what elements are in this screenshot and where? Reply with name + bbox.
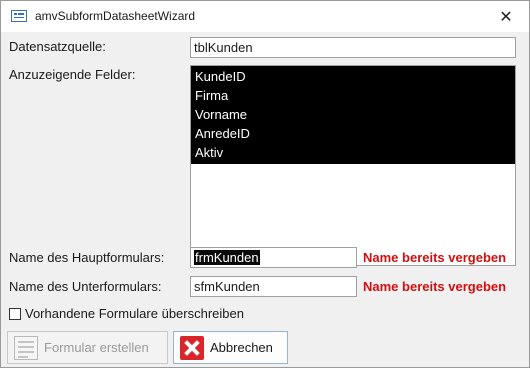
list-item[interactable]: Aktiv [191, 143, 515, 162]
overwrite-label: Vorhandene Formulare überschreiben [25, 306, 244, 321]
cancel-x-icon [180, 335, 204, 360]
create-form-button[interactable]: Formular erstellen [7, 331, 168, 364]
title-bar: amvSubformDatasheetWizard ✕ [1, 1, 529, 32]
overwrite-option[interactable]: Vorhandene Formulare überschreiben [9, 306, 244, 321]
list-item[interactable]: AnredeID [191, 124, 515, 143]
datasource-field[interactable]: tblKunden [190, 37, 516, 58]
sub-form-label: Name des Unterformulars: [9, 279, 162, 294]
create-form-label: Formular erstellen [44, 340, 149, 355]
main-form-value: frmKunden [194, 250, 260, 265]
main-form-error: Name bereits vergeben [363, 250, 507, 265]
wizard-dialog: amvSubformDatasheetWizard ✕ Datensatzque… [0, 0, 530, 368]
main-form-field[interactable]: frmKunden [190, 247, 357, 268]
form-icon [14, 335, 38, 360]
list-item[interactable]: KundeID [191, 67, 515, 86]
window-title: amvSubformDatasheetWizard [35, 9, 196, 23]
cancel-button[interactable]: Abbrechen [173, 331, 288, 364]
sub-form-field[interactable]: sfmKunden [190, 276, 357, 297]
form-window-icon [11, 10, 27, 22]
close-icon: ✕ [499, 8, 513, 26]
sub-form-error: Name bereits vergeben [363, 279, 507, 294]
fields-listbox[interactable]: KundeID Firma Vorname AnredeID Aktiv [190, 65, 516, 266]
list-item[interactable]: Firma [191, 86, 515, 105]
datasource-label: Datensatzquelle: [9, 39, 106, 54]
overwrite-checkbox[interactable] [9, 307, 21, 320]
list-item[interactable]: Vorname [191, 105, 515, 124]
cancel-label: Abbrechen [210, 340, 273, 355]
close-button[interactable]: ✕ [483, 1, 529, 32]
fields-label: Anzuzeigende Felder: [9, 67, 136, 82]
main-form-label: Name des Hauptformulars: [9, 250, 165, 265]
dialog-content: Datensatzquelle: tblKunden Anzuzeigende … [1, 32, 529, 367]
